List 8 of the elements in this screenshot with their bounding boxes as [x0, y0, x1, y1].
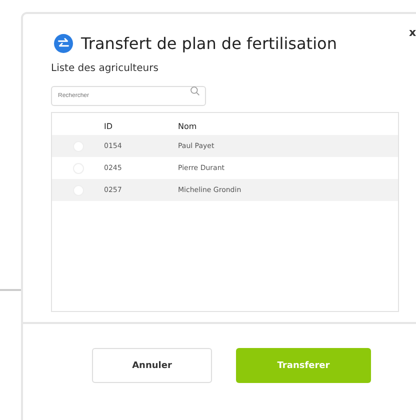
- dialog-title: Transfert de plan de fertilisation: [81, 34, 337, 53]
- transfer-icon: [54, 34, 73, 53]
- search-icon: [190, 86, 200, 96]
- column-header: Nom: [178, 122, 197, 130]
- cancel-button[interactable]: Annuler: [92, 348, 212, 383]
- column-header: ID: [104, 122, 114, 130]
- list-label: Liste des agriculteurs: [51, 63, 160, 74]
- close-button[interactable]: x: [409, 26, 416, 39]
